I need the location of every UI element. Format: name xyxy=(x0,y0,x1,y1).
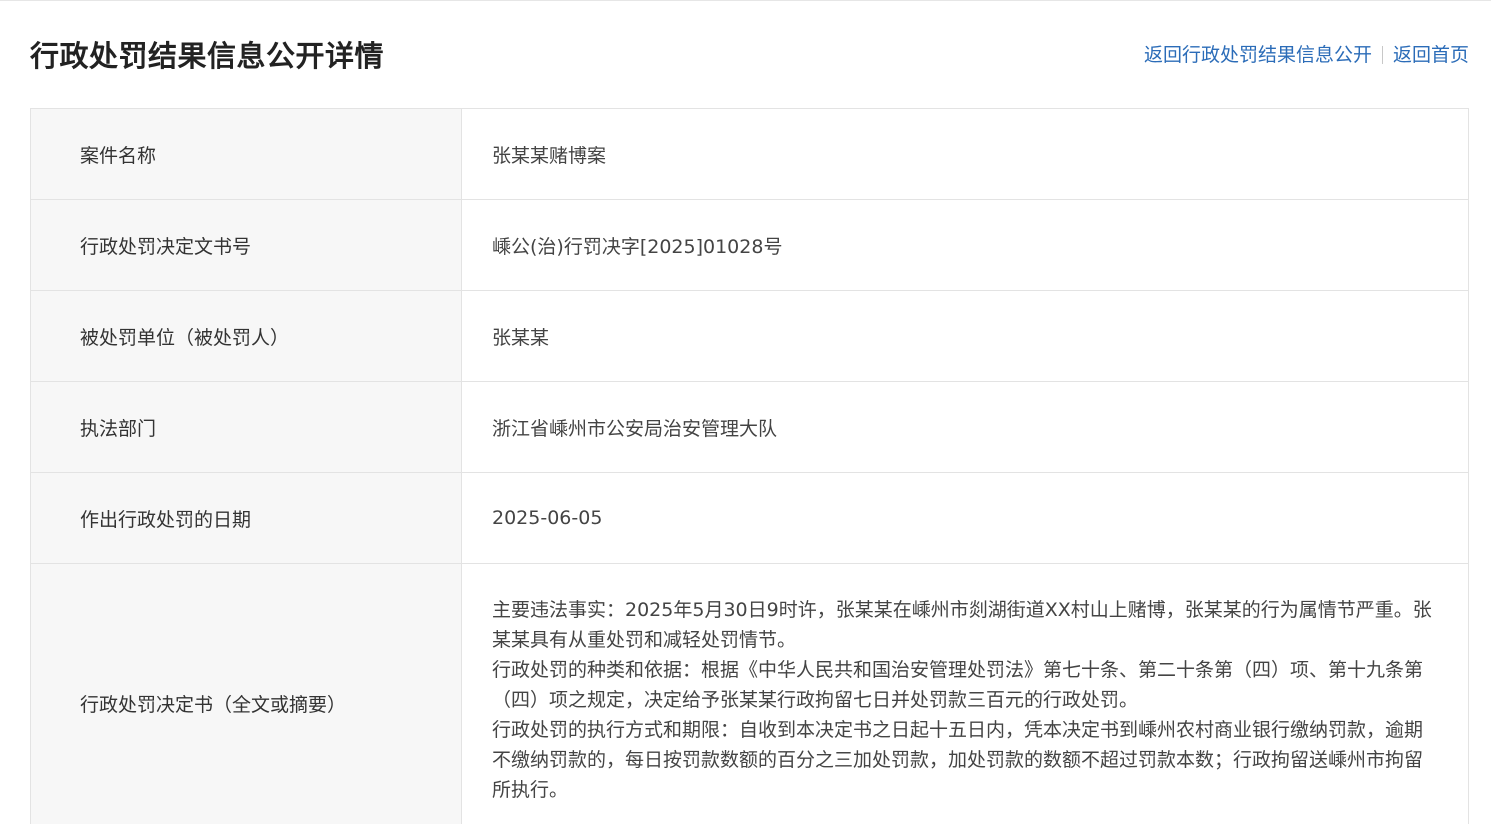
row-decision-document: 行政处罚决定书（全文或摘要） 主要违法事实：2025年5月30日9时许，张某某在… xyxy=(31,564,1468,824)
row-document-number: 行政处罚决定文书号 嵊公(治)行罚决字[2025]01028号 xyxy=(31,200,1468,291)
row-value: 张某某 xyxy=(492,326,550,349)
page-header: 行政处罚结果信息公开详情 返回行政处罚结果信息公开 返回首页 xyxy=(30,1,1469,108)
row-label: 被处罚单位（被处罚人） xyxy=(31,291,462,381)
row-value: 嵊公(治)行罚决字[2025]01028号 xyxy=(492,235,783,258)
row-decision-date: 作出行政处罚的日期 2025-06-05 xyxy=(31,473,1468,564)
row-label: 行政处罚决定书（全文或摘要） xyxy=(31,564,462,824)
back-to-list-link[interactable]: 返回行政处罚结果信息公开 xyxy=(1144,41,1372,69)
header-links: 返回行政处罚结果信息公开 返回首页 xyxy=(1144,41,1469,69)
decision-paragraph: 行政处罚的执行方式和期限：自收到本决定书之日起十五日内，凭本决定书到嵊州农村商业… xyxy=(492,719,1424,801)
row-enforcement-dept: 执法部门 浙江省嵊州市公安局治安管理大队 xyxy=(31,382,1468,473)
link-divider xyxy=(1381,46,1383,64)
row-label: 执法部门 xyxy=(31,382,462,472)
page: 行政处罚结果信息公开详情 返回行政处罚结果信息公开 返回首页 案件名称 张某某赌… xyxy=(0,0,1491,824)
detail-table: 案件名称 张某某赌博案 行政处罚决定文书号 嵊公(治)行罚决字[2025]010… xyxy=(30,108,1469,824)
page-title: 行政处罚结果信息公开详情 xyxy=(30,39,385,73)
decision-paragraph: 主要违法事实：2025年5月30日9时许，张某某在嵊州市剡湖街道XX村山上赌博，… xyxy=(492,599,1432,651)
back-to-home-link[interactable]: 返回首页 xyxy=(1393,41,1469,69)
row-label: 作出行政处罚的日期 xyxy=(31,473,462,563)
row-label: 行政处罚决定文书号 xyxy=(31,200,462,290)
row-label: 案件名称 xyxy=(31,109,462,199)
row-value: 主要违法事实：2025年5月30日9时许，张某某在嵊州市剡湖街道XX村山上赌博，… xyxy=(462,564,1468,824)
decision-paragraph: 行政处罚的种类和依据：根据《中华人民共和国治安管理处罚法》第七十条、第二十条第（… xyxy=(492,659,1424,711)
row-value: 张某某赌博案 xyxy=(492,144,607,167)
row-value: 浙江省嵊州市公安局治安管理大队 xyxy=(492,417,778,440)
row-penalized-party: 被处罚单位（被处罚人） 张某某 xyxy=(31,291,1468,382)
row-case-name: 案件名称 张某某赌博案 xyxy=(31,109,1468,200)
row-value: 2025-06-05 xyxy=(492,507,603,529)
